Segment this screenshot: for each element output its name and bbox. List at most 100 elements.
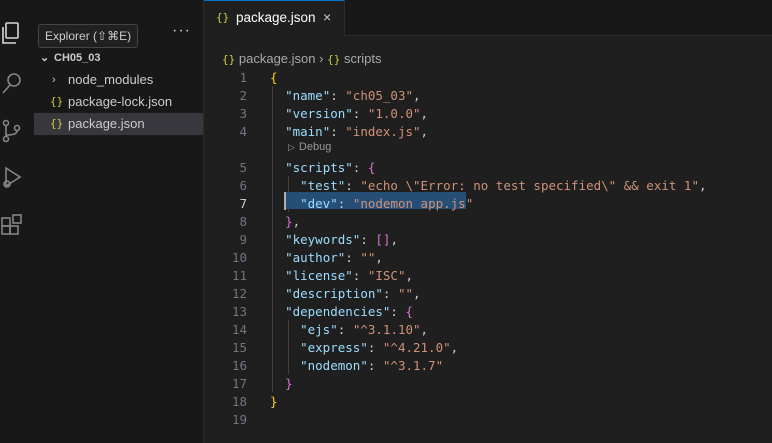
code-token: , [420,124,429,139]
code-line: "description": "", [270,285,421,303]
code-token: , [390,232,398,247]
json-file-icon: {} [50,117,64,130]
code-token: "nodemon" [300,358,368,373]
line-number: 11 [231,268,247,283]
code-token: "ISC" [367,268,406,283]
tree-item-label: node_modules [68,72,154,87]
tree-item-package-json[interactable]: {} package.json [34,113,203,135]
codelens-label: Debug [298,141,332,153]
code-token: "dev" [300,196,338,211]
code-token: "^3.1.7" [382,358,444,373]
line-number: 19 [231,412,247,427]
code-token: , [413,88,421,103]
play-icon: ▷ [288,142,295,152]
source-control-icon[interactable] [0,118,30,148]
line-number: 18 [231,394,247,409]
code-token: "description" [285,286,383,301]
code-line: "name": "ch05_03", [270,87,421,105]
line-number: 9 [239,232,247,247]
code-token: { [367,160,376,175]
code-token: "name" [285,88,331,103]
code-token: "express" [300,340,368,355]
code-token: , [405,268,414,283]
line-number: 13 [231,304,247,319]
line-number: 7 [239,196,247,211]
code-line: "ejs": "^3.1.10", [270,321,428,339]
code-token: "" [360,250,376,265]
line-number: 4 [239,124,247,139]
more-actions-button[interactable]: ··· [172,22,191,40]
code-token: : [352,160,368,175]
code-token: "test" [300,178,346,193]
line-number: 1 [239,70,247,85]
code-token: } [285,376,293,391]
code-token: , [420,322,429,337]
tab-label: package.json [236,10,316,25]
line-number: 8 [239,214,247,229]
tree-item-package-lock[interactable]: {} package-lock.json [34,91,203,113]
search-icon[interactable] [0,70,30,100]
code-token: , [413,286,421,301]
code-token: , [292,214,301,229]
tree-item-node-modules[interactable]: › node_modules [34,69,203,91]
extensions-icon[interactable] [0,214,30,244]
code-token: : [360,232,376,247]
code-line: "keywords": [], [270,231,398,249]
code-token: "" [397,286,414,301]
line-number: 17 [231,376,247,391]
code-line: } [270,375,293,393]
code-token: "author" [285,250,346,265]
run-debug-icon[interactable] [0,165,30,195]
code-line: "version": "1.0.0", [270,105,428,123]
code-line: }, [270,213,300,231]
code-token: "index.js" [345,124,421,139]
code-token: , [698,178,707,193]
debug-codelens[interactable]: ▷ Debug [288,140,331,154]
code-line: { [270,69,278,87]
line-number: 12 [231,286,247,301]
code-token: , [375,250,383,265]
line-number: 2 [239,88,247,103]
code-token: [] [375,232,391,247]
code-token: { [270,70,278,85]
code-token: , [420,106,429,121]
object-icon: {} [327,53,341,66]
tree-item-label: package.json [68,116,145,131]
code-token: "keywords" [285,232,361,247]
breadcrumb-file[interactable]: package.json [239,51,316,66]
line-number: 16 [231,358,247,373]
explorer-icon[interactable] [0,20,30,50]
code-token: { [405,304,414,319]
code-line: "dev": "nodemon app.js" [270,195,473,213]
line-number: 6 [239,178,247,193]
code-token: : [382,286,398,301]
close-icon[interactable]: × [323,9,331,25]
code-line: "author": "", [270,249,383,267]
folder-name: CH05_03 [54,52,101,64]
json-file-icon: {} [216,11,230,24]
code-token: "echo \"Error: no test specified\" && ex… [360,178,699,193]
tab-package-json[interactable]: {} package.json × [204,0,345,36]
folder-header[interactable]: ⌄ CH05_03 [34,47,203,69]
line-number: 14 [231,322,247,337]
tree-item-label: package-lock.json [68,94,173,109]
code-line: "dependencies": { [270,303,413,321]
breadcrumb-symbol[interactable]: scripts [344,51,382,66]
code-token: : [330,124,346,139]
code-token: "ejs" [300,322,338,337]
code-token: : [345,178,361,193]
code-line: "main": "index.js", [270,123,428,141]
code-line: "test": "echo \"Error: no test specified… [270,177,707,195]
code-token: "version" [285,106,353,121]
